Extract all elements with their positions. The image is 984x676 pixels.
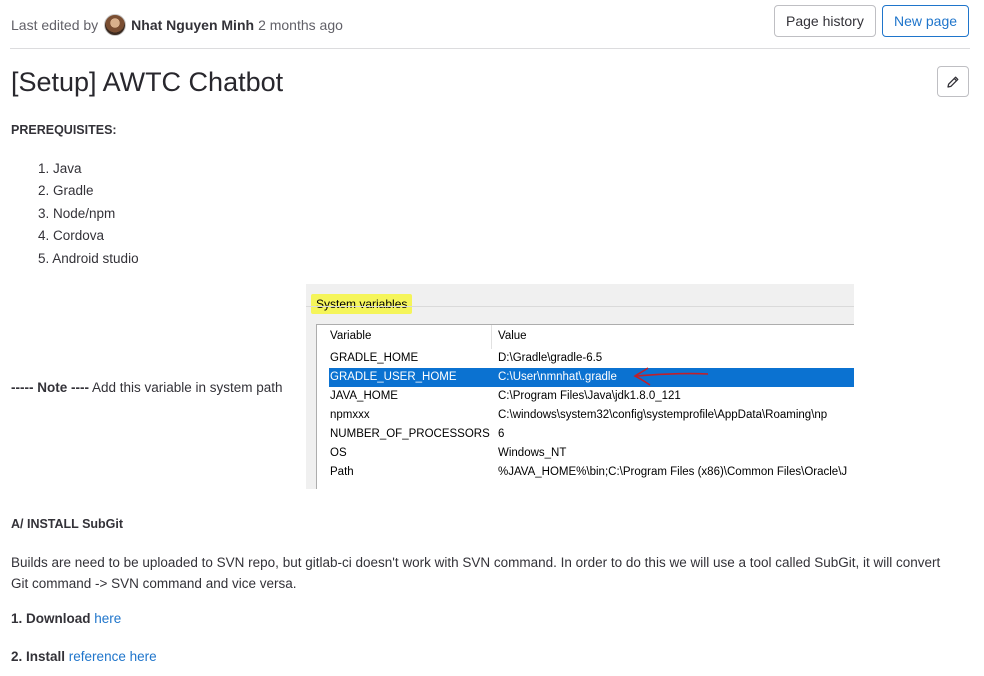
pencil-icon <box>947 76 959 88</box>
value-cell: Windows_NT <box>498 447 567 459</box>
value-cell: C:\windows\system32\config\systemprofile… <box>498 409 828 421</box>
step-download: 1. Download here <box>11 611 121 626</box>
column-header-value: Value <box>498 330 527 342</box>
list-item: 2. Gradle <box>38 183 94 199</box>
page-title: [Setup] AWTC Chatbot <box>11 67 284 97</box>
value-cell: %JAVA_HOME%\bin;C:\Program Files (x86)\C… <box>498 466 848 478</box>
variable-cell: JAVA_HOME <box>330 390 398 402</box>
avatar[interactable] <box>104 14 127 36</box>
prerequisites-heading: PREREQUISITES: <box>11 123 117 137</box>
wiki-header: Last edited by Nhat Nguyen Minh 2 months… <box>10 5 970 49</box>
new-page-button[interactable]: New page <box>882 5 970 37</box>
table-row: GRADLE_HOME D:\Gradle\gradle-6.5 <box>317 349 854 368</box>
table-row: JAVA_HOME C:\Program Files\Java\jdk1.8.0… <box>317 387 854 406</box>
value-cell: C:\User\nmnhat\.gradle <box>498 371 617 383</box>
value-cell: D:\Gradle\gradle-6.5 <box>498 352 603 364</box>
table-header: Variable Value <box>317 327 854 346</box>
step-install: 2. Install reference here <box>11 649 157 664</box>
variable-cell: GRADLE_HOME <box>330 352 419 364</box>
list-item: 4. Cordova <box>38 228 105 244</box>
note-label: ----- Note ---- <box>11 380 89 395</box>
variable-cell: OS <box>330 447 347 459</box>
step-label: 1. Download <box>11 611 91 626</box>
note-body: Add this variable in system path <box>88 380 283 395</box>
table-row: OS Windows_NT <box>317 444 854 463</box>
variable-cell: NUMBER_OF_PROCESSORS <box>330 428 490 440</box>
variable-cell: Path <box>330 466 354 478</box>
last-edited-info: Last edited by Nhat Nguyen Minh 2 months… <box>11 14 343 36</box>
edit-button[interactable] <box>937 66 969 97</box>
last-edited-prefix: Last edited by <box>11 17 99 33</box>
red-arrow-icon <box>633 367 709 386</box>
author-name[interactable]: Nhat Nguyen Minh <box>131 17 254 33</box>
variable-cell: GRADLE_USER_HOME <box>330 371 457 383</box>
download-link[interactable]: here <box>94 611 121 626</box>
table-row: npmxxx C:\windows\system32\config\system… <box>317 406 854 425</box>
value-cell: C:\Program Files\Java\jdk1.8.0_121 <box>498 390 681 402</box>
system-variables-screenshot: System variables Variable Value GRADLE_H… <box>306 284 854 489</box>
prerequisites-list: 1. Java 2. Gradle 3. Node/npm 4. Cordova… <box>38 158 139 270</box>
variables-table: Variable Value GRADLE_HOME D:\Gradle\gra… <box>316 324 854 489</box>
install-reference-link[interactable]: reference here <box>69 649 157 664</box>
value-cell: 6 <box>498 428 505 440</box>
list-item: 5. Android studio <box>38 250 139 266</box>
table-row-selected: GRADLE_USER_HOME C:\User\nmnhat\.gradle <box>329 368 854 387</box>
subgit-description: Builds are need to be uploaded to SVN re… <box>11 555 941 591</box>
section-heading-subgit: A/ INSTALL SubGit <box>11 517 124 531</box>
system-variables-label: System variables <box>311 294 413 314</box>
step-label: 2. Install <box>11 649 66 664</box>
divider <box>306 306 854 307</box>
variable-cell: npmxxx <box>330 409 370 421</box>
page-history-button[interactable]: Page history <box>774 5 876 37</box>
note-text: ----- Note ---- Add this variable in sys… <box>11 380 283 395</box>
list-item: 1. Java <box>38 161 82 176</box>
table-row: NUMBER_OF_PROCESSORS 6 <box>317 425 854 444</box>
edited-time: 2 months ago <box>258 17 343 33</box>
column-header-variable: Variable <box>330 330 372 342</box>
table-row: Path %JAVA_HOME%\bin;C:\Program Files (x… <box>317 463 854 482</box>
list-item: 3. Node/npm <box>38 205 116 221</box>
